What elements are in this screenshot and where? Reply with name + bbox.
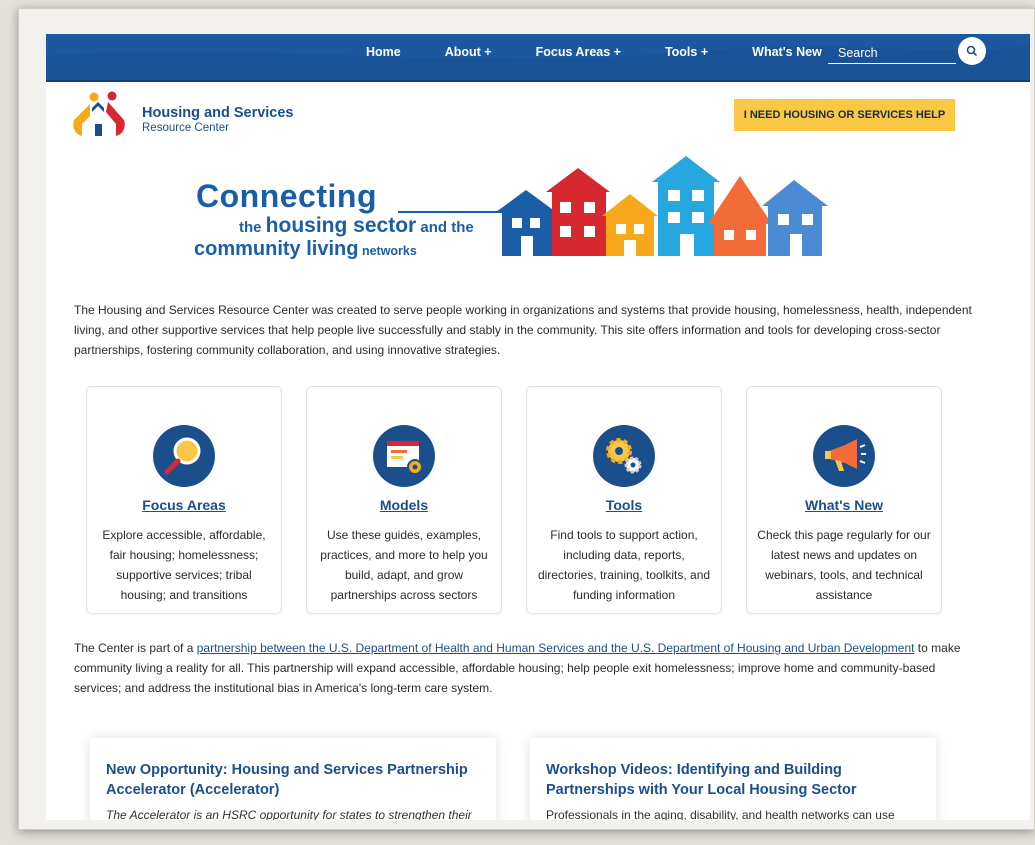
org-name: Housing and Services — [142, 105, 294, 121]
news-description: The Accelerator is an HSRC opportunity f… — [106, 808, 472, 820]
magnifier-icon — [153, 425, 215, 487]
intro-text: The Housing and Services Resource Center… — [74, 303, 972, 357]
search-icon — [966, 45, 978, 57]
houses-illustration — [496, 156, 828, 256]
top-nav: Home About + Focus Areas + Tools + What'… — [46, 34, 1030, 82]
news-title[interactable]: Workshop Videos: Identifying and Buildin… — [546, 760, 926, 800]
card-description: Check this page regularly for our latest… — [757, 528, 931, 602]
nav-menu: Home About + Focus Areas + Tools + What'… — [366, 34, 866, 70]
card-title[interactable]: Tools — [527, 497, 721, 513]
banner-connecting: Connecting — [196, 178, 377, 214]
nav-tools[interactable]: Tools + — [665, 45, 708, 59]
nav-home[interactable]: Home — [366, 45, 401, 59]
nav-whats-new[interactable]: What's New — [752, 45, 822, 59]
card-title[interactable]: Focus Areas — [87, 497, 281, 513]
news-card-accelerator[interactable]: New Opportunity: Housing and Services Pa… — [90, 738, 496, 820]
news-title[interactable]: New Opportunity: Housing and Services Pa… — [106, 760, 486, 800]
browser-gear-icon — [373, 425, 435, 487]
nav-about[interactable]: About + — [445, 45, 492, 59]
card-focus-areas[interactable]: Focus Areas Explore accessible, affordab… — [86, 386, 282, 614]
page: Home About + Focus Areas + Tools + What'… — [46, 34, 1030, 820]
partnership-pre: The Center is part of a — [74, 641, 197, 655]
card-description: Explore accessible, affordable, fair hou… — [102, 528, 266, 602]
banner-divider — [398, 211, 504, 213]
search-button[interactable] — [958, 37, 986, 65]
banner-line-2: the housing sector and the — [239, 214, 474, 238]
card-description: Use these guides, examples, practices, a… — [320, 528, 488, 602]
banner-text: and the — [416, 219, 474, 236]
card-models[interactable]: Models Use these guides, examples, pract… — [306, 386, 502, 614]
card-tools[interactable]: Tools Find tools to support action, incl… — [526, 386, 722, 614]
housing-help-button[interactable]: I NEED HOUSING OR SERVICES HELP — [734, 99, 955, 131]
card-title[interactable]: What's New — [747, 497, 941, 513]
banner-text: housing sector — [265, 214, 417, 237]
news-card-workshop[interactable]: Workshop Videos: Identifying and Buildin… — [530, 738, 936, 820]
gears-icon — [593, 425, 655, 487]
banner-text: networks — [358, 244, 417, 258]
banner-text: community living — [194, 238, 359, 260]
partnership-link[interactable]: partnership between the U.S. Department … — [197, 641, 915, 655]
hsrc-logo-icon[interactable] — [68, 90, 128, 142]
banner-text: the — [239, 219, 266, 236]
news-description: Professionals in the aging, disability, … — [546, 808, 895, 820]
card-title[interactable]: Models — [307, 497, 501, 513]
org-subtitle: Resource Center — [142, 122, 229, 134]
partnership-text: The Center is part of a partnership betw… — [74, 638, 974, 698]
card-whats-new[interactable]: What's New Check this page regularly for… — [746, 386, 942, 614]
banner-line-3: community living networks — [194, 238, 417, 261]
card-description: Find tools to support action, including … — [537, 528, 711, 602]
megaphone-icon — [813, 425, 875, 487]
nav-focus-areas[interactable]: Focus Areas + — [536, 45, 621, 59]
search-input[interactable] — [828, 42, 956, 64]
